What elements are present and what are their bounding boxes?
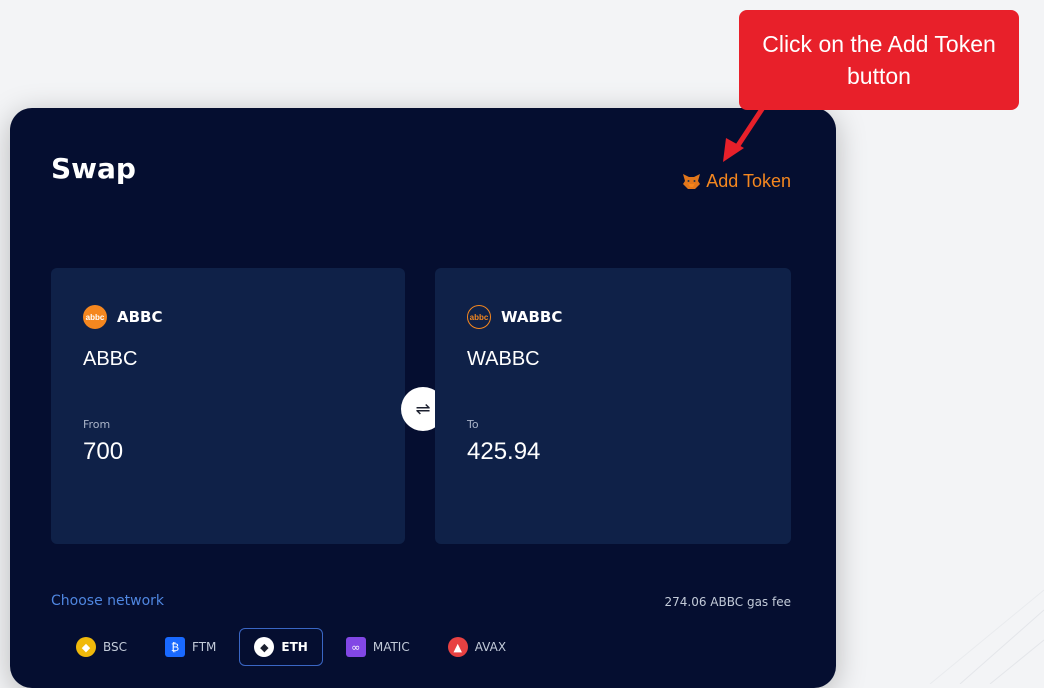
callout-arrow-icon	[723, 97, 771, 162]
